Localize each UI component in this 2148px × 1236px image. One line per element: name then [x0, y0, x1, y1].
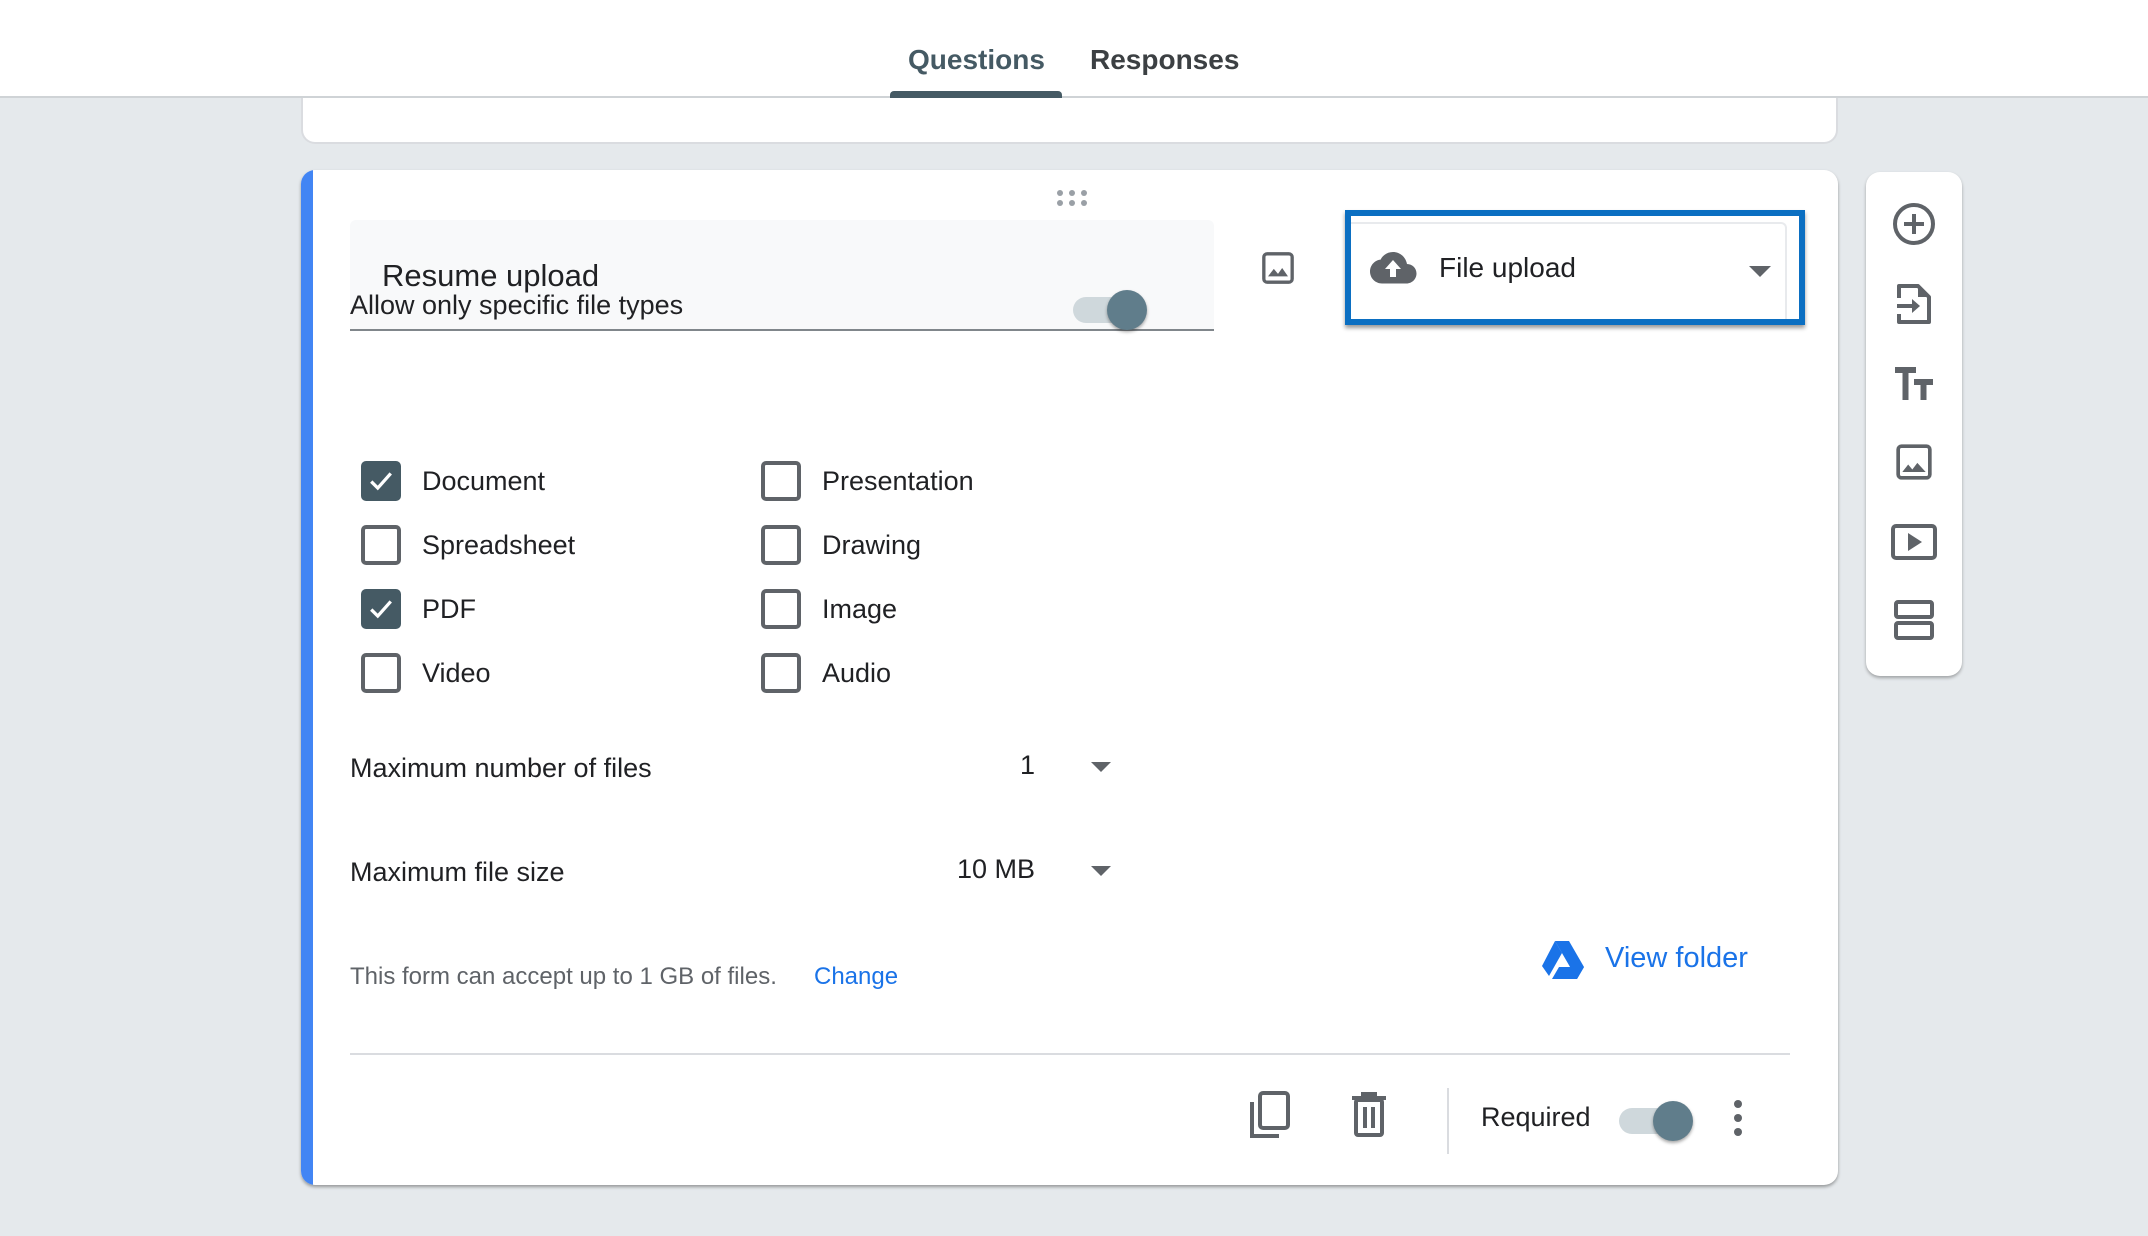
import-questions-button[interactable] — [1886, 276, 1942, 332]
allow-types-label: Allow only specific file types — [350, 290, 684, 320]
checkbox-drawing[interactable] — [761, 525, 801, 565]
change-link[interactable]: Change — [814, 963, 898, 991]
checkbox-label: PDF — [422, 594, 476, 624]
max-files-select[interactable]: 1 — [915, 750, 1035, 781]
checkbox-label: Spreadsheet — [422, 530, 576, 560]
more-vert-icon[interactable] — [1731, 1098, 1745, 1138]
question-type-label: File upload — [1439, 252, 1576, 283]
active-tab-indicator — [890, 91, 1062, 98]
import-questions-icon — [1897, 284, 1931, 324]
checkbox-video[interactable] — [361, 653, 401, 693]
drag-handle-icon[interactable] — [1055, 188, 1089, 208]
max-size-select[interactable]: 10 MB — [915, 854, 1035, 885]
checkbox-label: Presentation — [822, 466, 974, 496]
cloud-upload-icon — [1370, 252, 1417, 284]
question-card[interactable]: Resume upload File upload Allow only spe… — [301, 170, 1838, 1185]
tab-questions[interactable]: Questions — [908, 44, 1045, 76]
question-type-dropdown[interactable]: File upload — [1345, 210, 1805, 325]
checkbox-label: Drawing — [822, 530, 922, 560]
allow-types-toggle[interactable] — [1073, 288, 1149, 332]
add-section-icon — [1894, 600, 1934, 640]
add-section-button[interactable] — [1886, 592, 1942, 648]
header-bar: Questions Responses — [0, 0, 2148, 98]
add-video-button[interactable] — [1886, 514, 1942, 570]
delete-icon[interactable] — [1351, 1092, 1387, 1138]
tab-responses[interactable]: Responses — [1090, 44, 1239, 76]
max-size-caret-icon[interactable] — [1091, 866, 1111, 876]
checkbox-label: Document — [422, 466, 546, 496]
add-question-button[interactable] — [1886, 196, 1942, 252]
max-files-label: Maximum number of files — [350, 753, 652, 783]
checkbox-label: Audio — [822, 658, 892, 688]
checkbox-label: Image — [822, 594, 898, 624]
footer-divider — [350, 1053, 1790, 1055]
checkmark-icon — [370, 472, 392, 491]
add-question-icon — [1893, 203, 1935, 245]
add-title-button[interactable] — [1886, 356, 1942, 412]
max-size-label: Maximum file size — [350, 857, 565, 887]
storage-note: This form can accept up to 1 GB of files… — [350, 963, 777, 990]
add-image-icon — [1896, 444, 1932, 480]
add-image-icon[interactable] — [1258, 248, 1298, 288]
checkmark-icon — [370, 600, 392, 619]
add-video-icon — [1891, 524, 1937, 560]
checkbox-image[interactable] — [761, 589, 801, 629]
view-folder-button[interactable]: View folder — [1541, 938, 1781, 984]
dropdown-caret-icon — [1749, 266, 1771, 277]
checkbox-document[interactable] — [361, 461, 401, 501]
view-folder-label: View folder — [1605, 942, 1748, 974]
footer-vertical-divider — [1447, 1088, 1449, 1154]
checkbox-pdf[interactable] — [361, 589, 401, 629]
required-toggle[interactable] — [1619, 1099, 1695, 1143]
google-drive-icon — [1542, 941, 1584, 979]
duplicate-icon[interactable] — [1248, 1090, 1292, 1140]
checkbox-label: Video — [422, 658, 491, 688]
side-toolbar — [1866, 172, 1962, 676]
checkbox-audio[interactable] — [761, 653, 801, 693]
max-files-caret-icon[interactable] — [1091, 762, 1111, 772]
question-title-text: Resume upload — [382, 258, 600, 293]
checkbox-spreadsheet[interactable] — [361, 525, 401, 565]
checkbox-presentation[interactable] — [761, 461, 801, 501]
required-label: Required — [1481, 1102, 1591, 1132]
add-image-button[interactable] — [1886, 434, 1942, 490]
add-title-icon — [1895, 367, 1933, 400]
active-card-stripe — [301, 170, 313, 1185]
